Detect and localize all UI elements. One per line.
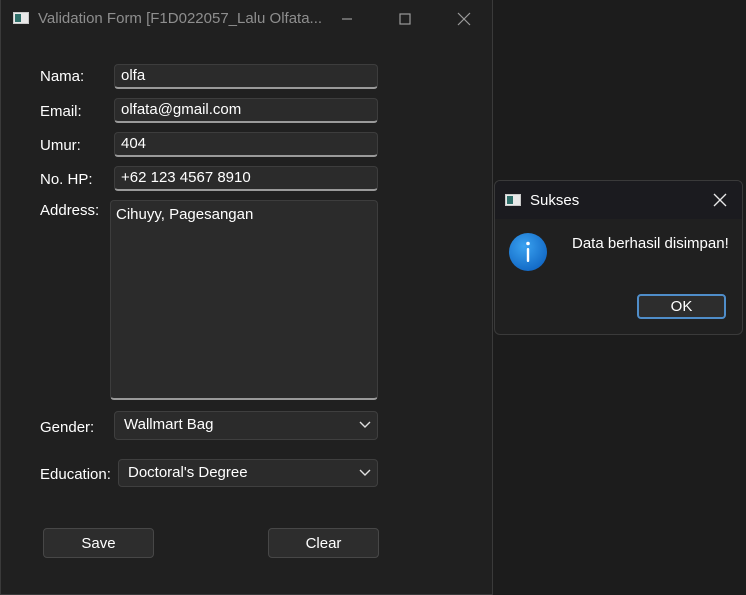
maximize-icon [399, 13, 411, 25]
education-selected-value: Doctoral's Degree [128, 464, 248, 481]
save-button[interactable]: Save [43, 528, 154, 558]
email-input[interactable]: olfata@gmail.com [114, 98, 378, 123]
name-input[interactable]: olfa [114, 64, 378, 89]
app-window-icon [505, 194, 521, 206]
email-label: Email: [40, 103, 82, 120]
minimize-button[interactable] [335, 7, 359, 31]
gender-label: Gender: [40, 419, 95, 436]
app-window-icon [13, 12, 29, 24]
minimize-icon [342, 18, 352, 20]
dialog-close-button[interactable] [710, 190, 730, 210]
close-button[interactable] [452, 7, 476, 31]
close-icon [457, 12, 471, 26]
success-dialog: Sukses Data berhasil disimpan! OK [494, 180, 743, 335]
maximize-button[interactable] [393, 7, 417, 31]
desktop: Validation Form [F1D022057_Lalu Olfata..… [0, 0, 746, 595]
dialog-titlebar[interactable]: Sukses [495, 181, 742, 219]
close-icon [713, 193, 727, 207]
phone-label: No. HP: [40, 171, 93, 188]
age-label: Umur: [40, 137, 81, 154]
window-title: Validation Form [F1D022057_Lalu Olfata..… [38, 10, 323, 27]
info-icon [509, 233, 547, 271]
ok-button[interactable]: OK [637, 294, 726, 319]
phone-input[interactable]: +62 123 4567 8910 [114, 166, 378, 191]
chevron-down-icon [359, 469, 371, 476]
age-input[interactable]: 404 [114, 132, 378, 157]
education-select[interactable]: Doctoral's Degree [118, 459, 378, 487]
window-titlebar[interactable]: Validation Form [F1D022057_Lalu Olfata..… [1, 0, 492, 38]
name-label: Nama: [40, 68, 85, 85]
gender-select[interactable]: Wallmart Bag [114, 411, 378, 440]
education-label: Education: [40, 466, 111, 483]
dialog-message: Data berhasil disimpan! [572, 235, 729, 252]
chevron-down-icon [359, 421, 371, 428]
address-textarea[interactable]: Cihuyy, Pagesangan [110, 200, 378, 400]
validation-form-window: Validation Form [F1D022057_Lalu Olfata..… [0, 0, 493, 595]
address-label: Address: [40, 202, 100, 219]
dialog-title: Sukses [530, 192, 580, 209]
gender-selected-value: Wallmart Bag [124, 416, 214, 433]
clear-button[interactable]: Clear [268, 528, 379, 558]
